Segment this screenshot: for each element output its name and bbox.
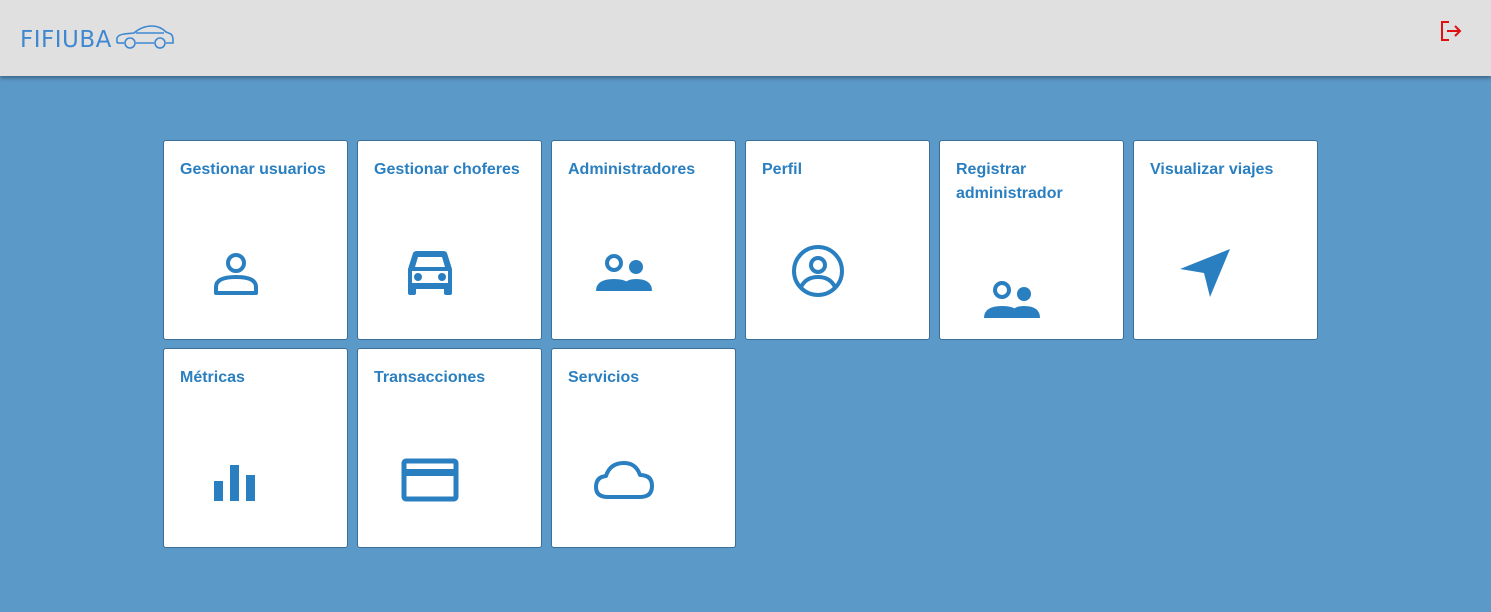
card-title: Transacciones [374, 369, 486, 386]
credit-card-icon [398, 447, 462, 511]
car-outline-icon [114, 24, 176, 57]
card-title: Métricas [180, 369, 245, 386]
people-icon [980, 266, 1044, 330]
cloud-icon [592, 447, 656, 511]
card-title: Servicios [568, 369, 640, 386]
app-header: FIFIUBA [0, 0, 1491, 76]
card-title: Visualizar viajes [1150, 161, 1274, 178]
bar-chart-icon [204, 447, 268, 511]
person-icon [204, 239, 268, 303]
card-title: Gestionar usuarios [180, 161, 326, 178]
account-circle-icon [786, 239, 850, 303]
card-transacciones[interactable]: Transacciones [357, 348, 542, 548]
card-visualizar-viajes[interactable]: Visualizar viajes [1133, 140, 1318, 340]
app-logo[interactable]: FIFIUBA [20, 22, 176, 57]
card-title: Registrar administrador [956, 161, 1063, 202]
card-gestionar-usuarios[interactable]: Gestionar usuarios [163, 140, 348, 340]
navigation-icon [1174, 239, 1238, 303]
card-title: Perfil [762, 161, 803, 178]
car-icon [398, 239, 462, 303]
logout-button[interactable] [1439, 20, 1463, 42]
card-registrar-administrador[interactable]: Registrar administrador [939, 140, 1124, 340]
logout-icon [1441, 21, 1462, 41]
card-administradores[interactable]: Administradores [551, 140, 736, 340]
card-servicios[interactable]: Servicios [551, 348, 736, 548]
card-title: Gestionar choferes [374, 161, 520, 178]
card-gestionar-choferes[interactable]: Gestionar choferes [357, 140, 542, 340]
card-metricas[interactable]: Métricas [163, 348, 348, 548]
card-perfil[interactable]: Perfil [745, 140, 930, 340]
card-title: Administradores [568, 161, 696, 178]
logo-text: FIFIUBA [20, 26, 112, 53]
people-icon [592, 239, 656, 303]
dashboard-grid: Gestionar usuarios Gestionar choferes Ad… [163, 140, 1318, 548]
